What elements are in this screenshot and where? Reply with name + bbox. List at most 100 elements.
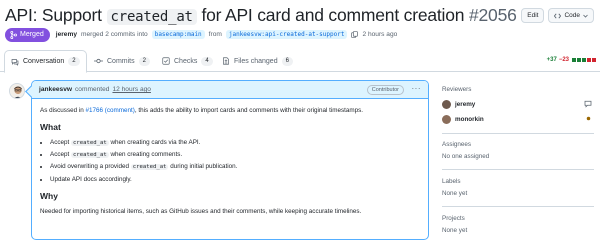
- assignees-value: No one assigned: [442, 153, 490, 160]
- merge-time: 2 hours ago: [362, 31, 398, 38]
- spacer-icon: [591, 100, 592, 101]
- reviewers-heading[interactable]: Reviewers: [442, 84, 594, 94]
- merge-author[interactable]: jeremy: [56, 31, 77, 38]
- comment-timestamp[interactable]: 12 hours ago: [112, 86, 151, 93]
- diffstat-blocks: [572, 58, 596, 62]
- pr-meta: Merged jeremy merged 2 commits into base…: [5, 27, 397, 42]
- file-diff-icon: [223, 57, 229, 65]
- merge-icon: [10, 30, 17, 39]
- title-prefix: API: Support: [5, 5, 102, 25]
- comment-author[interactable]: jankeesvw: [39, 86, 72, 93]
- title-code: created_at: [106, 9, 197, 25]
- title-suffix: for API card and comment creation: [201, 5, 465, 25]
- head-branch[interactable]: jankeesvw:api-created-at-support: [225, 30, 348, 39]
- what-heading: What: [40, 122, 61, 132]
- tab-count: 2: [68, 57, 80, 66]
- item-text: during initial publication.: [170, 163, 238, 171]
- issue-link[interactable]: #1766 (comment): [86, 107, 135, 114]
- tab-label: Files changed: [234, 57, 278, 65]
- checks-icon: [162, 57, 170, 65]
- from-text: from: [208, 31, 222, 38]
- merged-label: Merged: [20, 31, 44, 38]
- labels-value: None yet: [442, 190, 468, 197]
- item-code: created_at: [130, 164, 169, 171]
- diffstat-block: [587, 58, 591, 62]
- diffstat-block: [577, 58, 581, 62]
- merged-text: merged 2 commits into: [81, 31, 148, 38]
- projects-heading[interactable]: Projects: [442, 213, 594, 223]
- tab-conversation[interactable]: Conversation 2: [4, 50, 87, 73]
- tab-commits[interactable]: Commits 2: [88, 50, 156, 72]
- item-text: when creating comments.: [110, 151, 183, 159]
- tab-label: Commits: [107, 57, 135, 65]
- tab-count: 2: [138, 56, 150, 66]
- item-code: created_at: [71, 140, 109, 146]
- base-branch[interactable]: basecamp:main: [151, 30, 205, 39]
- pr-tabs: Conversation 2 Commits 2 Checks 4 Files …: [0, 50, 600, 73]
- comment-header: jankeesvw commented 12 hours ago Contrib…: [32, 81, 428, 99]
- item-text: when creating cards via the API.: [110, 139, 201, 146]
- item-text: Accept: [50, 139, 70, 146]
- avatar: [442, 99, 451, 109]
- tab-count: 4: [201, 56, 213, 66]
- what-list: Accept created_at when creating cards vi…: [50, 138, 420, 184]
- conversation-icon: [11, 58, 19, 66]
- code-icon: [554, 13, 562, 18]
- reviewer-row[interactable]: monorkin: [442, 113, 594, 125]
- chevron-down-icon: [583, 14, 588, 18]
- copy-icon[interactable]: [351, 31, 359, 38]
- diffstat-block: [592, 58, 596, 62]
- pr-header: API: Support created_at for API card and…: [5, 4, 594, 26]
- merged-badge: Merged: [5, 27, 50, 42]
- comment-icon: [584, 100, 592, 108]
- tab-label: Conversation: [23, 58, 65, 65]
- item-code: created_at: [71, 152, 109, 159]
- avatar[interactable]: [9, 83, 25, 99]
- labels-heading[interactable]: Labels: [442, 176, 594, 186]
- projects-value: None yet: [442, 227, 468, 234]
- assignees-heading[interactable]: Assignees: [442, 139, 594, 149]
- header-actions: Edit Code: [521, 8, 594, 23]
- reviewer-row[interactable]: jeremy: [442, 98, 594, 110]
- item-text: Update API docs accordingly.: [50, 175, 132, 183]
- reviewer-name: jeremy: [455, 100, 476, 108]
- code-button-label: Code: [564, 12, 580, 19]
- projects-section: Projects None yet: [442, 211, 594, 235]
- additions-count: +37: [546, 57, 557, 63]
- code-button[interactable]: Code: [548, 8, 594, 23]
- page-title: API: Support created_at for API card and…: [5, 4, 517, 28]
- pending-dot-icon: [586, 116, 591, 121]
- comment-card: jankeesvw commented 12 hours ago Contrib…: [31, 80, 429, 240]
- diffstat-block: [572, 58, 576, 62]
- comment-action: commented: [75, 86, 110, 93]
- pr-number: #2056: [468, 5, 517, 25]
- reviewer-name: monorkin: [455, 115, 484, 123]
- why-heading: Why: [40, 190, 58, 201]
- commit-icon: [94, 58, 103, 64]
- item-text: Avoid overwriting a provided: [50, 163, 129, 171]
- list-item: Accept created_at when creating comments…: [50, 150, 420, 160]
- tab-count: 6: [281, 56, 293, 66]
- item-text: Accept: [50, 151, 70, 159]
- assignees-section: Assignees No one assigned: [442, 137, 594, 170]
- comment-intro: As discussed in #1766 (comment), this ad…: [40, 106, 420, 115]
- reviewers-section: Reviewers jeremy monorkin: [442, 84, 594, 134]
- why-text: Needed for importing historical items, s…: [40, 207, 362, 215]
- tab-files-changed[interactable]: Files changed 6: [216, 50, 299, 72]
- intro-text: As discussed in: [40, 107, 84, 114]
- avatar: [442, 114, 451, 124]
- edit-button[interactable]: Edit: [521, 8, 545, 23]
- list-item: Accept created_at when creating cards vi…: [50, 138, 420, 148]
- tab-label: Checks: [174, 57, 198, 65]
- diffstat: +37 −23: [547, 57, 596, 63]
- intro-text-after: , this adds the ability to import cards …: [134, 107, 364, 114]
- list-item: Update API docs accordingly.: [50, 175, 420, 184]
- kebab-menu-icon[interactable]: ···: [412, 84, 422, 93]
- tab-checks[interactable]: Checks 4: [156, 50, 219, 72]
- list-item: Avoid overwriting a provided created_at …: [50, 162, 420, 172]
- labels-section: Labels None yet: [442, 174, 594, 207]
- comment-body: As discussed in #1766 (comment), this ad…: [32, 99, 428, 231]
- deletions-count: −23: [558, 57, 569, 63]
- contributor-badge: Contributor: [366, 85, 404, 95]
- reviewers-heading-label: Reviewers: [442, 85, 472, 93]
